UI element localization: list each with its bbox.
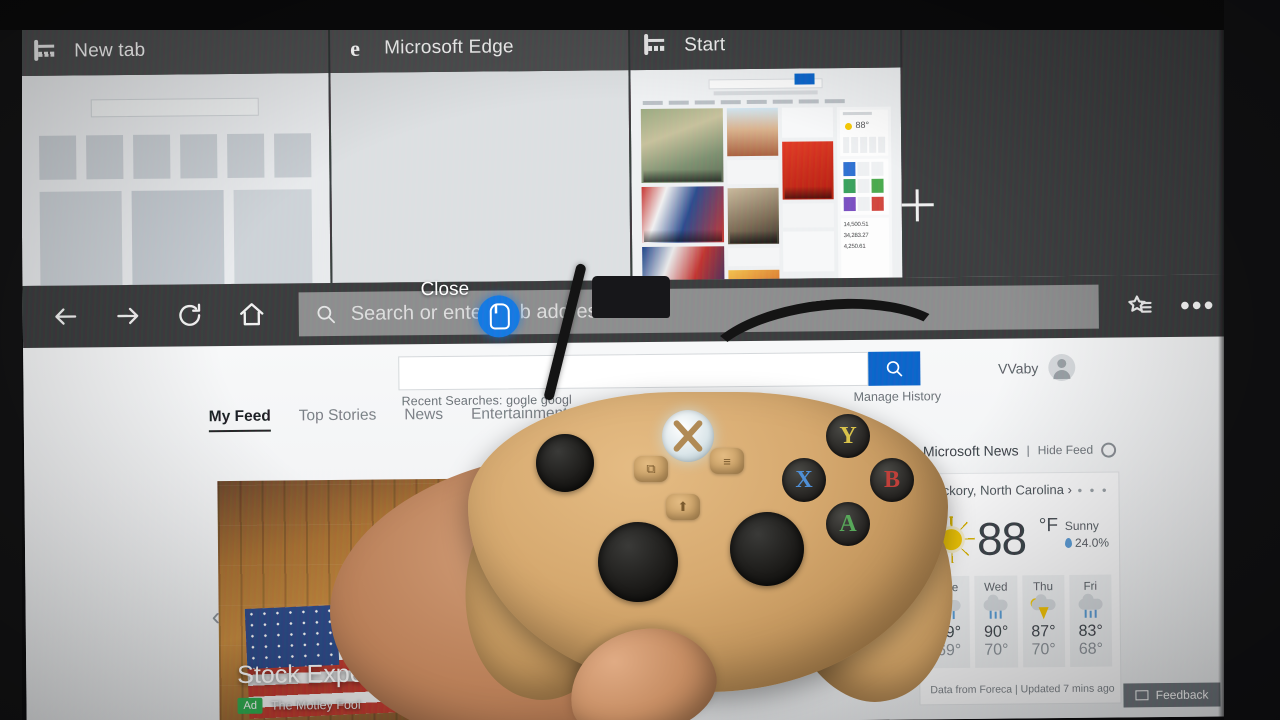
ad-source: The Motley Fool: [270, 697, 361, 713]
weather-forecast: Tue 89° 69° Wed 90° 70° Thu 87°: [927, 574, 1113, 669]
chevron-right-icon: ›: [1067, 481, 1072, 497]
tab-news[interactable]: News: [404, 406, 443, 424]
tab-preview-start[interactable]: Start 88° 14,500.51 34,283.27 4,250.61: [629, 19, 904, 281]
forecast-low: 68°: [1078, 640, 1104, 658]
b-button: B: [870, 458, 914, 502]
tab-preview-microsoft-edge[interactable]: Microsoft Edge: [329, 22, 632, 284]
tab-thumbnail-start[interactable]: 88° 14,500.51 34,283.27 4,250.61 Feedbac…: [630, 67, 903, 281]
msn-start-preview: 88° 14,500.51 34,283.27 4,250.61 Feedbac…: [630, 67, 903, 281]
tab-my-feed[interactable]: My Feed: [208, 407, 271, 433]
forward-button[interactable]: [99, 292, 157, 341]
photo-of-monitor: New tab Microsoft Edge Start 88° 14,500.…: [0, 0, 1280, 720]
forecast-day[interactable]: Fri 83° 68°: [1069, 574, 1113, 667]
weather-unit: °F: [1038, 515, 1059, 537]
search-icon: [317, 305, 336, 324]
divider: |: [1026, 443, 1030, 458]
skeleton-preview: [20, 73, 331, 286]
tab-preview-new-tab[interactable]: New tab: [20, 25, 332, 286]
refresh-icon: [179, 303, 201, 326]
avatar[interactable]: [1048, 353, 1076, 382]
tab-thumbnail-microsoft-edge[interactable]: [330, 70, 631, 284]
newtab-icon: [34, 39, 60, 62]
forecast-day[interactable]: Thu 87° 70°: [1021, 575, 1065, 668]
ad-badge: Ad: [237, 697, 264, 714]
gear-icon[interactable]: [1101, 441, 1117, 458]
refresh-button[interactable]: [161, 291, 219, 340]
tab-title: New tab: [74, 39, 146, 62]
forecast-day-label: Fri: [1083, 580, 1098, 593]
left-thumbstick: [536, 434, 594, 492]
home-icon: [240, 303, 264, 326]
monitor-bezel-top: [0, 0, 1280, 30]
forecast-day-label: Wed: [984, 581, 1008, 594]
forecast-high: 83°: [1078, 622, 1103, 640]
user-account[interactable]: VVaby: [998, 353, 1076, 382]
view-button: ⧉: [634, 456, 668, 482]
tab-thumbnail-new-tab[interactable]: [20, 73, 331, 286]
touch-cursor-hand-icon: [477, 295, 520, 338]
controller-cable-connector: [592, 276, 670, 318]
share-button: ⬆: [666, 494, 700, 520]
back-button[interactable]: [37, 292, 95, 341]
menu-button: ≡: [710, 448, 744, 474]
tab-header-new-tab[interactable]: New tab: [20, 25, 331, 76]
thumbnail-stock-value: 34,283.27: [843, 232, 869, 240]
xbox-guide-button: [662, 410, 714, 462]
weather-temperature: 88: [976, 512, 1027, 565]
thunderstorm-icon: [1022, 597, 1064, 620]
x-button: X: [782, 458, 826, 502]
carousel-prev-button[interactable]: ‹: [212, 601, 221, 632]
arrow-left-icon: [55, 308, 77, 325]
favorites-star-icon: [1128, 295, 1152, 313]
tab-title: Microsoft Edge: [384, 36, 514, 59]
tab-top-stories[interactable]: Top Stories: [299, 407, 377, 426]
a-button: A: [826, 502, 870, 546]
favorites-button[interactable]: [1117, 283, 1163, 329]
rain-icon: [975, 597, 1017, 619]
monitor-bezel-left: [0, 0, 22, 720]
weather-condition: Sunny: [1064, 518, 1099, 533]
weather-source: Data from Foreca | Updated 7 mins ago: [930, 682, 1115, 697]
xbox-controller: ⧉ ≡ ⬆ Y X B A: [443, 392, 975, 718]
blank-preview: [330, 70, 631, 284]
weather-humidity: 24.0%: [1064, 536, 1109, 550]
forecast-day-label: Thu: [1033, 581, 1054, 594]
tab-title: Start: [684, 34, 726, 56]
monitor-bezel-right: [1224, 0, 1280, 720]
y-button: Y: [826, 414, 870, 458]
rain-icon: [1069, 597, 1111, 619]
feedback-icon: [1135, 690, 1149, 701]
thumbnail-stock-value: 4,250.61: [843, 243, 866, 251]
face-buttons: Y X B A: [782, 414, 914, 546]
dpad: [598, 522, 678, 602]
weather-location-name: Hickory, North Carolina: [930, 482, 1064, 499]
settings-and-more-button[interactable]: •••: [1175, 282, 1221, 328]
edge-logo-icon: [344, 38, 370, 59]
new-tab-button[interactable]: [902, 189, 934, 221]
close-tab-label[interactable]: Close: [420, 279, 469, 301]
forecast-low: 70°: [984, 641, 1009, 659]
weather-more-button[interactable]: • • •: [1078, 483, 1109, 498]
home-button[interactable]: [223, 291, 281, 340]
forecast-high: 87°: [1031, 623, 1056, 641]
water-drop-icon: [1064, 537, 1073, 548]
address-bar[interactable]: Search or enter web address: [298, 284, 1099, 337]
feedback-label: Feedback: [1155, 687, 1209, 703]
arrow-right-icon: [117, 307, 139, 325]
thumbnail-stock-value: 14,500.51: [843, 221, 869, 229]
forecast-day[interactable]: Wed 90° 70°: [974, 575, 1018, 668]
hide-feed-link[interactable]: Hide Feed: [1038, 443, 1094, 458]
tab-preview-strip: New tab Microsoft Edge Start 88° 14,500.…: [20, 16, 1235, 286]
weather-location[interactable]: Hickory, North Carolina ›: [930, 482, 1072, 498]
user-name: VVaby: [998, 359, 1039, 377]
newtab-icon: [644, 33, 670, 56]
feedback-button[interactable]: Feedback: [1123, 682, 1221, 708]
forecast-low: 70°: [1031, 641, 1056, 659]
forecast-high: 90°: [984, 623, 1009, 641]
